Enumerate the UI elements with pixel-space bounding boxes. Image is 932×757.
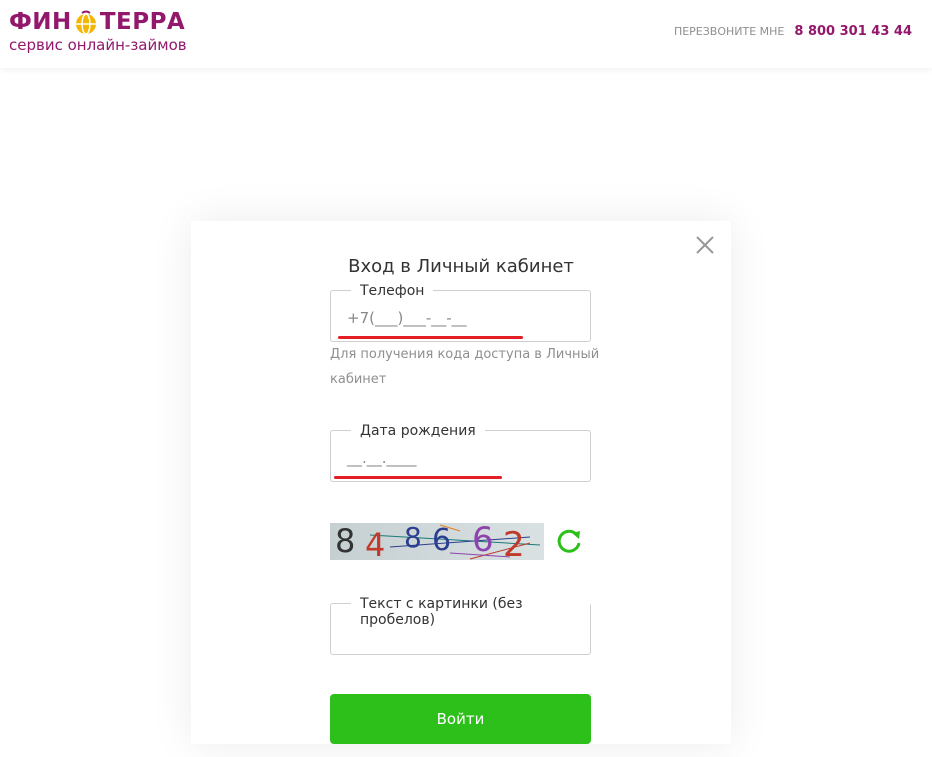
phone-hint: Для получения кода доступа в Личный каби… (330, 347, 600, 387)
login-modal: Вход в Личный кабинет Телефон +7(___)___… (191, 221, 731, 744)
logo-left-text: ФИН (9, 9, 72, 35)
captcha-digit: 8 (404, 523, 422, 554)
birthdate-field[interactable]: Дата рождения __.__.____ (330, 423, 591, 482)
logo-subtitle: сервис онлайн-займов (9, 36, 187, 54)
modal-title: Вход в Личный кабинет (348, 256, 574, 277)
header: ФИН ТЕРРА сервис онлайн-займов ПЕРЕЗВОНИ… (0, 0, 932, 68)
phone-label: Телефон (351, 283, 434, 299)
logo-wordmark: ФИН ТЕРРА (9, 8, 187, 36)
captcha-digit: 4 (365, 526, 386, 561)
annotation-underline (338, 336, 523, 339)
captcha-digit: 6 (432, 523, 452, 558)
captcha-label: Текст с картинки (без пробелов) (351, 596, 590, 628)
globe-icon (75, 10, 96, 35)
captcha-digit: 6 (472, 523, 494, 560)
birthdate-input[interactable]: __.__.____ (347, 449, 417, 467)
captcha-image: 8 4 8 6 6 2 (330, 523, 544, 560)
login-button[interactable]: Войти (330, 694, 591, 744)
refresh-icon[interactable] (555, 527, 583, 555)
phone-input[interactable]: +7(___)___-__-__ (347, 309, 467, 327)
logo[interactable]: ФИН ТЕРРА сервис онлайн-займов (9, 8, 187, 54)
logo-right-text: ТЕРРА (99, 9, 186, 35)
close-icon[interactable] (695, 235, 715, 255)
annotation-underline (334, 476, 502, 479)
phone-number[interactable]: 8 800 301 43 44 (794, 24, 912, 39)
callback-block: ПЕРЕЗВОНИТЕ МНЕ 8 800 301 43 44 (674, 24, 912, 39)
callback-link[interactable]: ПЕРЕЗВОНИТЕ МНЕ (674, 25, 784, 38)
captcha-digit: 8 (335, 523, 356, 560)
captcha-digit: 2 (503, 525, 525, 561)
phone-field[interactable]: Телефон +7(___)___-__-__ (330, 283, 591, 342)
captcha-field[interactable]: Текст с картинки (без пробелов) (330, 596, 591, 655)
birthdate-label: Дата рождения (351, 423, 485, 439)
